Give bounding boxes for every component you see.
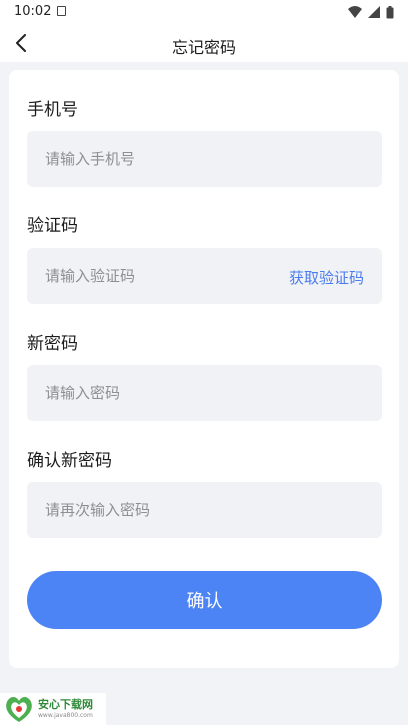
new-password-field: [27, 365, 382, 421]
form-card: 手机号 验证码 获取验证码 新密码 确认新密码 确认: [9, 70, 399, 668]
watermark-name: 安心下载网: [38, 698, 93, 711]
confirm-button[interactable]: 确认: [27, 571, 382, 629]
watermark-url: www.java800.com: [38, 712, 93, 719]
confirm-password-field: [27, 482, 382, 538]
notification-icon: [57, 6, 66, 16]
phone-label: 手机号: [27, 100, 78, 120]
new-password-input[interactable]: [27, 365, 382, 421]
signal-icon: [368, 6, 380, 18]
code-input[interactable]: [27, 248, 277, 304]
watermark-logo-icon: [6, 697, 32, 722]
status-bar: 10:02: [0, 0, 408, 24]
battery-icon: [386, 5, 394, 18]
confirm-password-input[interactable]: [27, 482, 382, 538]
confirm-password-label: 确认新密码: [27, 451, 112, 471]
status-icons: [348, 5, 394, 19]
get-code-button[interactable]: 获取验证码: [289, 267, 364, 288]
wifi-icon: [348, 6, 362, 18]
status-time: 10:02: [14, 4, 52, 19]
nav-bar: 忘记密码: [0, 24, 408, 62]
watermark-text: 安心下载网 www.java800.com: [38, 698, 93, 720]
new-password-label: 新密码: [27, 334, 78, 354]
code-field: 获取验证码: [27, 248, 382, 304]
code-label: 验证码: [27, 216, 78, 236]
watermark: 安心下载网 www.java800.com: [0, 693, 106, 725]
phone-input[interactable]: [27, 131, 382, 187]
page-title: 忘记密码: [171, 38, 236, 57]
phone-field: [27, 131, 382, 187]
